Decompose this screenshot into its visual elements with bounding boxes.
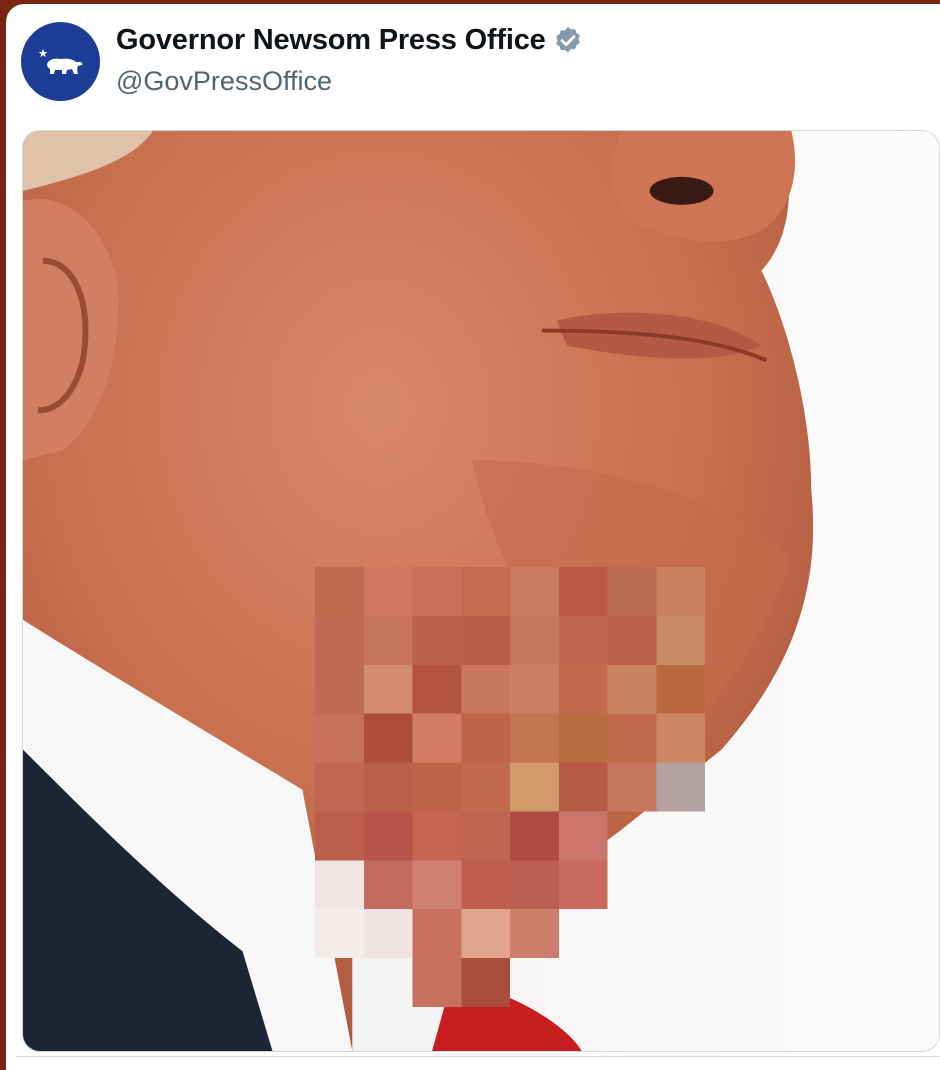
- tweet-card: Governor Newsom Press Office @GovPressOf…: [6, 4, 940, 1070]
- pixelated-censor-block: [315, 567, 705, 1007]
- california-bear-icon: [38, 48, 82, 74]
- tweet-photo[interactable]: [22, 130, 940, 1052]
- verified-badge-icon: [552, 25, 584, 57]
- author-handle[interactable]: @GovPressOffice: [116, 66, 332, 97]
- author-display-name[interactable]: Governor Newsom Press Office: [116, 24, 546, 57]
- avatar[interactable]: [21, 22, 100, 101]
- card-divider: [16, 1056, 940, 1070]
- author-name-row[interactable]: Governor Newsom Press Office: [116, 24, 584, 57]
